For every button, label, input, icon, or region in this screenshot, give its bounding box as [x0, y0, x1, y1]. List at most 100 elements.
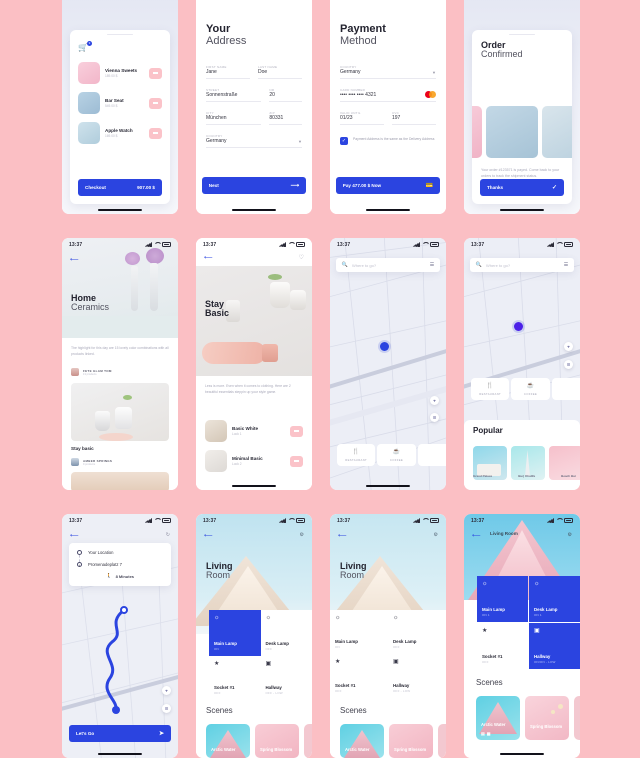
thanks-button[interactable]: Thanks ✓: [480, 179, 564, 196]
device-tile-main-lamp[interactable]: ☼ Main Lamp ON 1: [477, 576, 528, 622]
product-photo[interactable]: [71, 472, 169, 490]
device-tile-main-lamp[interactable]: ☼ Main Lamp ON: [209, 610, 261, 656]
zip-field[interactable]: ZIP 80331: [269, 111, 302, 126]
wifi-icon: [556, 242, 562, 247]
layers-icon[interactable]: ☰: [162, 704, 171, 713]
back-button[interactable]: ⟵: [204, 254, 213, 261]
layers-icon[interactable]: ☰: [430, 413, 439, 422]
checkbox-checked-icon[interactable]: ✓: [340, 137, 348, 146]
battery-icon: [162, 242, 171, 247]
author-tag[interactable]: AMBER SPRINGS 9 products: [71, 458, 112, 466]
device-name: Hallway: [534, 653, 551, 659]
category-card-restaurant[interactable]: 🍴 RESTAURANT: [337, 444, 376, 466]
scene-card-arctic-water[interactable]: Arctic Water: [340, 724, 384, 758]
home-indicator: [499, 208, 545, 211]
scene-card-more[interactable]: [574, 696, 580, 740]
checkout-button[interactable]: Checkout 907.00 $: [78, 179, 162, 196]
product-thumbnail: [205, 420, 227, 442]
author-tag[interactable]: FETE GLAM TOM 13 products: [71, 368, 112, 376]
category-card-coffee[interactable]: ☕ COFFEE: [377, 444, 416, 466]
sliders-icon[interactable]: ☰: [430, 262, 434, 268]
category-label: COFFEE: [523, 392, 538, 396]
device-tile-desk-lamp[interactable]: ☼ Desk Lamp ON 1: [529, 576, 580, 622]
category-card-more[interactable]: [417, 444, 446, 466]
order-thumbnails: [472, 106, 572, 158]
layers-icon[interactable]: ☰: [564, 360, 573, 369]
back-button[interactable]: ⟵: [204, 532, 213, 539]
product-photo[interactable]: [71, 383, 169, 441]
search-input[interactable]: Where to go?: [486, 263, 560, 268]
search-input[interactable]: Where to go?: [352, 263, 426, 268]
category-card-more[interactable]: [551, 378, 580, 400]
remove-item-button[interactable]: [149, 67, 162, 79]
home-indicator: [231, 208, 277, 211]
back-button[interactable]: ⟵: [70, 532, 79, 539]
scene-card-spring-blossom[interactable]: Spring Blossom: [525, 696, 569, 740]
city-field[interactable]: CITY München: [206, 111, 262, 126]
next-label: Next: [208, 183, 219, 188]
gear-icon[interactable]: ⚙: [434, 532, 438, 538]
product-name: Minimal Basic: [232, 455, 263, 461]
device-tile-socket[interactable]: ★ Socket #1 OFF: [209, 656, 261, 700]
next-button[interactable]: Next ⟶: [201, 177, 307, 194]
locate-icon[interactable]: ⌖: [162, 686, 171, 695]
device-tile-hallway[interactable]: ▣ Hallway ON/ON - LOW: [529, 623, 580, 669]
remove-item-button[interactable]: [149, 97, 162, 109]
expiry-field[interactable]: VALID UNTIL 01/23: [340, 111, 384, 126]
gear-icon[interactable]: ⚙: [568, 532, 572, 538]
device-tile-socket[interactable]: ★ Socket #1 OFF: [330, 654, 388, 698]
add-to-cart-button[interactable]: [290, 425, 303, 437]
route-destination[interactable]: • Promenadeplatz 7: [77, 562, 163, 567]
same-address-checkbox-row[interactable]: ✓ Payment Address is the same as the Del…: [340, 137, 436, 146]
cart-item-row[interactable]: Bar Seat 549.00 $: [78, 88, 162, 118]
device-tile-desk-lamp[interactable]: ☼ Desk Lamp OFF: [260, 610, 312, 656]
scene-card-arctic-water[interactable]: Arctic Water ▤▦: [476, 696, 520, 740]
pay-button[interactable]: Pay 477.00 $ Now 💳: [335, 177, 441, 194]
back-button[interactable]: ⟵: [472, 532, 481, 539]
product-row[interactable]: Minimal Basic Look 2: [205, 446, 303, 476]
back-button[interactable]: ⟵: [70, 256, 79, 263]
device-tile-socket[interactable]: ★ Socket #1 OFF: [477, 623, 528, 669]
add-to-cart-button[interactable]: [290, 455, 303, 467]
category-card-restaurant[interactable]: 🍴 RESTAURANT: [471, 378, 510, 400]
lets-go-button[interactable]: Let's Go ➤: [69, 725, 171, 742]
street-number-field[interactable]: NR 20: [269, 88, 302, 103]
category-card-coffee[interactable]: ☕ COFFEE: [511, 378, 550, 400]
locate-icon[interactable]: ⌖: [430, 396, 439, 405]
street-field[interactable]: STREET Sonnenstraße: [206, 88, 262, 103]
device-tile-hallway[interactable]: ▣ Hallway OFF - LOW: [260, 656, 312, 700]
device-tile-main-lamp[interactable]: ☼ Main Lamp ON: [330, 610, 388, 654]
remove-item-button[interactable]: [149, 127, 162, 139]
scene-card-arctic-water[interactable]: Arctic Water: [206, 724, 250, 758]
scene-card-more[interactable]: [438, 724, 446, 758]
scene-card-spring-blossom[interactable]: Spring Blossom: [389, 724, 433, 758]
country-select[interactable]: COUNTRY Germany ▼: [340, 65, 436, 80]
last-name-field[interactable]: LAST NAME Doe: [258, 65, 302, 80]
current-location-dot: [380, 342, 389, 351]
first-name-field[interactable]: FIRST NAME Jane: [206, 65, 250, 80]
cart-item-row[interactable]: Vienna Sweets 189.00 $: [78, 58, 162, 88]
card-number-field[interactable]: CARD NUMBER •••• •••• •••• 4321: [340, 88, 436, 103]
product-price: 169.00 $: [105, 134, 118, 139]
intro-text: Less is more. Even when it comes to clot…: [205, 384, 291, 394]
scene-controls[interactable]: ▤▦: [481, 732, 493, 737]
status-bar: 13:37: [464, 238, 580, 251]
heart-icon[interactable]: ♡: [299, 254, 304, 261]
device-tile-hallway[interactable]: ▣ Hallway OFF - LOW: [388, 654, 446, 698]
shopping-cart-icon[interactable]: 🛒 3: [78, 41, 92, 53]
scene-card-spring-blossom[interactable]: Spring Blossom: [255, 724, 299, 758]
country-select[interactable]: COUNTRY Germany ▼: [206, 134, 302, 149]
cart-item-row[interactable]: Apple Watch 169.00 $: [78, 118, 162, 148]
battery-icon: [430, 518, 439, 523]
scene-card-more[interactable]: [304, 724, 312, 758]
gear-icon[interactable]: ⚙: [300, 532, 304, 538]
locate-icon[interactable]: ⌖: [564, 342, 573, 351]
product-row[interactable]: Basic White Look 1: [205, 416, 303, 446]
refresh-icon[interactable]: ↻: [166, 532, 170, 538]
back-button[interactable]: ⟵: [338, 532, 347, 539]
map-search-bar[interactable]: 🔍 Where to go? ☰: [335, 258, 441, 272]
sliders-icon[interactable]: ☰: [564, 262, 568, 268]
map-search-bar[interactable]: 🔍 Where to go? ☰: [469, 258, 575, 272]
device-tile-desk-lamp[interactable]: ☼ Desk Lamp OFF: [388, 610, 446, 654]
cvc-field[interactable]: CVC 197: [392, 111, 436, 126]
